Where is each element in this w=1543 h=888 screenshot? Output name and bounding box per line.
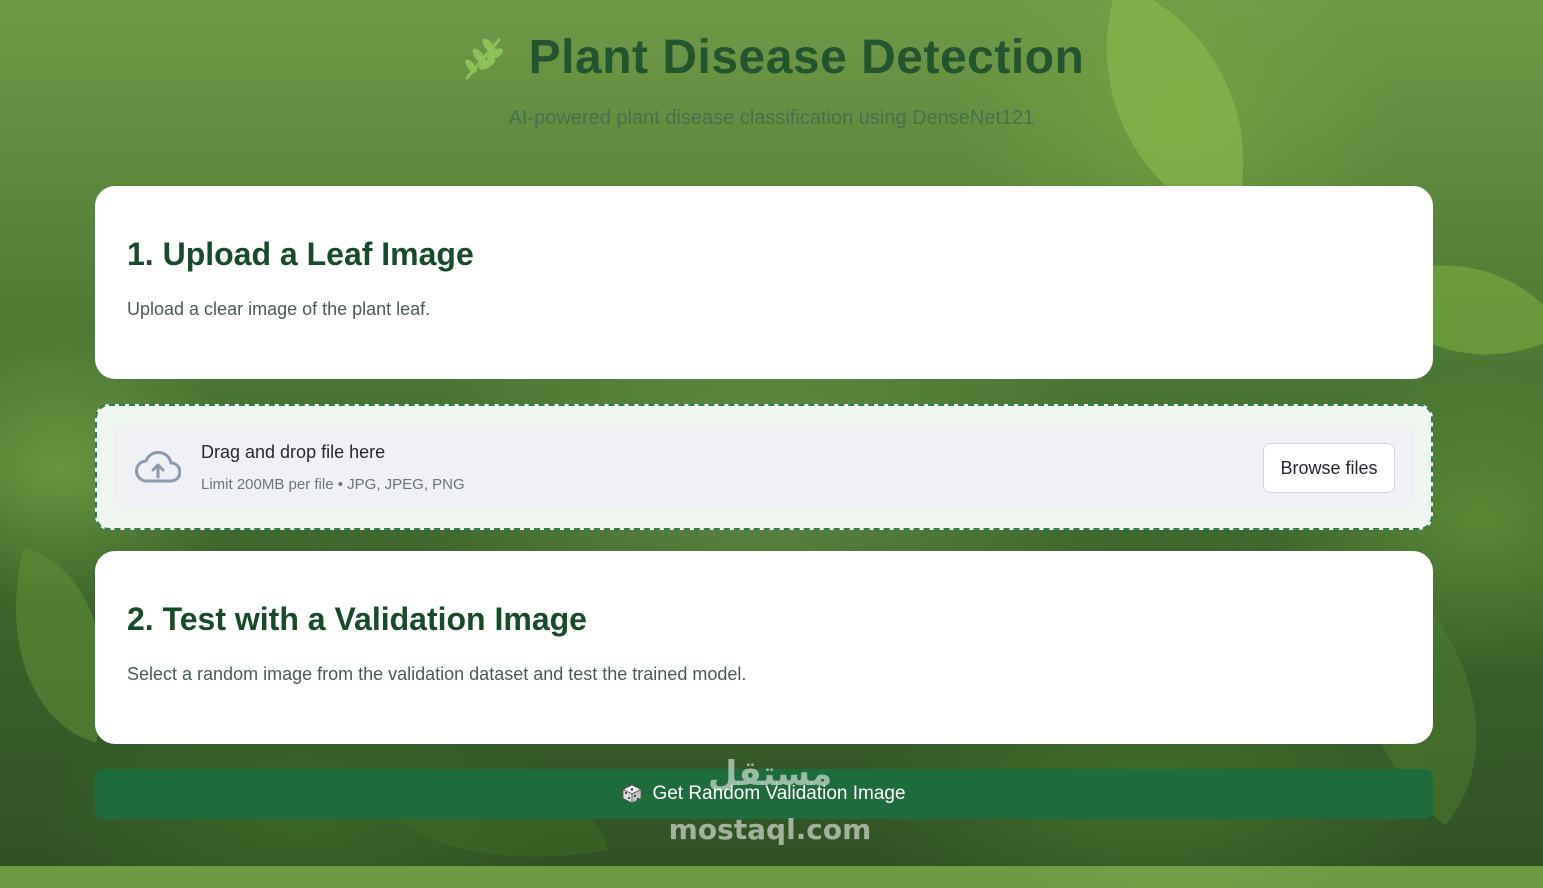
- validation-description: Select a random image from the validatio…: [127, 664, 747, 684]
- leaf-sprig-icon: [464, 38, 503, 79]
- file-uploader: Drag and drop file here Limit 200MB per …: [95, 404, 1433, 530]
- browse-files-button[interactable]: Browse files: [1263, 443, 1395, 493]
- title-row: Plant Disease Detection: [0, 30, 1543, 85]
- dropzone[interactable]: Drag and drop file here Limit 200MB per …: [115, 426, 1413, 508]
- validation-heading: 2. Test with a Validation Image: [127, 601, 587, 637]
- upload-card: 1. Upload a Leaf Image Upload a clear im…: [95, 186, 1433, 379]
- get-random-validation-image-label: Get Random Validation Image: [652, 783, 906, 804]
- page-header: Plant Disease Detection AI-powered plant…: [0, 30, 1543, 130]
- page-title: Plant Disease Detection: [528, 31, 1085, 84]
- get-random-validation-image-button[interactable]: Get Random Validation Image: [95, 769, 1433, 819]
- cloud-upload-icon: [135, 451, 181, 483]
- dropzone-title: Drag and drop file here: [201, 442, 386, 462]
- page-subtitle: AI-powered plant disease classification …: [508, 107, 1035, 129]
- upload-description: Upload a clear image of the plant leaf.: [127, 299, 431, 319]
- dropzone-limit: Limit 200MB per file • JPG, JPEG, PNG: [201, 476, 465, 493]
- validation-card: 2. Test with a Validation Image Select a…: [95, 551, 1433, 744]
- dice-icon: [622, 784, 643, 804]
- upload-heading: 1. Upload a Leaf Image: [127, 236, 474, 272]
